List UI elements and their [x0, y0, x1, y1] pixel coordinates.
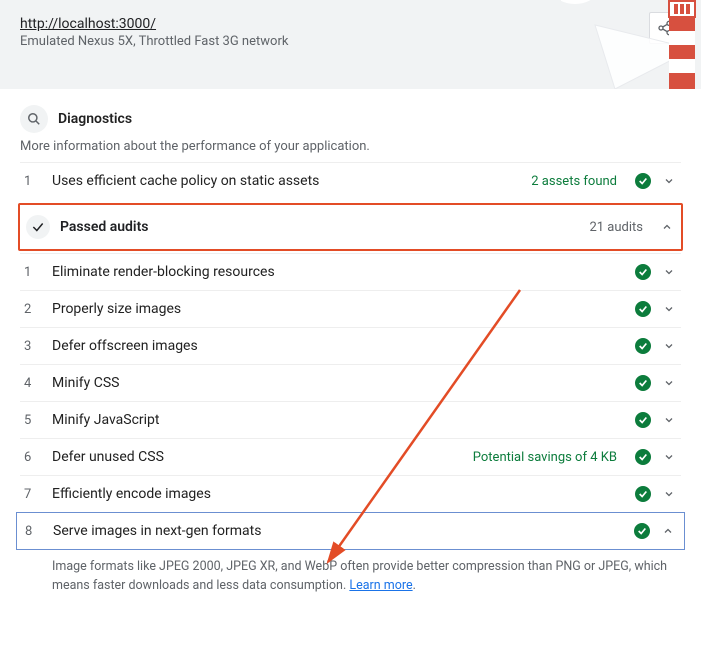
- chevron-down-icon: [661, 175, 677, 187]
- passed-audit-item[interactable]: 8 Serve images in next-gen formats: [16, 512, 685, 550]
- pass-icon: [635, 338, 651, 354]
- pass-icon: [635, 375, 651, 391]
- audit-number: 7: [24, 487, 42, 502]
- chevron-down-icon: [661, 340, 677, 352]
- audit-label: Defer unused CSS: [52, 449, 463, 465]
- audit-label: Efficiently encode images: [52, 486, 625, 502]
- pass-icon: [635, 486, 651, 502]
- passed-audit-item[interactable]: 7 Efficiently encode images: [20, 475, 681, 512]
- search-icon: [20, 105, 48, 133]
- learn-more-link[interactable]: Learn more: [349, 578, 412, 593]
- audit-number: 2: [24, 302, 42, 317]
- audit-label: Serve images in next-gen formats: [53, 523, 624, 539]
- diagnostics-title: Diagnostics: [58, 111, 132, 127]
- passed-audit-item[interactable]: 6 Defer unused CSS Potential savings of 4 …: [20, 438, 681, 475]
- pass-icon: [635, 412, 651, 428]
- audit-number: 4: [24, 376, 42, 391]
- passed-audits-title: Passed audits: [60, 219, 579, 235]
- chevron-down-icon: [661, 303, 677, 315]
- audit-number: 8: [25, 524, 43, 539]
- passed-audit-item[interactable]: 3 Defer offscreen images: [20, 327, 681, 364]
- chevron-up-icon: [660, 525, 676, 537]
- audit-meta: Potential savings of 4 KB: [473, 450, 617, 465]
- audit-label: Uses efficient cache policy on static as…: [52, 173, 521, 189]
- audit-number: 1: [24, 174, 42, 189]
- pass-icon: [634, 523, 650, 539]
- passed-audits-header[interactable]: Passed audits 21 audits: [18, 203, 683, 251]
- passed-audit-item[interactable]: 2 Properly size images: [20, 290, 681, 327]
- audit-number: 6: [24, 450, 42, 465]
- audit-number: 3: [24, 339, 42, 354]
- pass-icon: [635, 264, 651, 280]
- audit-label: Minify JavaScript: [52, 412, 625, 428]
- diagnostics-header: Diagnostics: [20, 105, 681, 133]
- chevron-down-icon: [661, 414, 677, 426]
- audit-meta: 2 assets found: [531, 174, 617, 189]
- diagnostics-description: More information about the performance o…: [20, 139, 681, 154]
- lighthouse-illustration: [561, 0, 701, 89]
- passed-audit-item[interactable]: 1 Eliminate render-blocking resources: [20, 253, 681, 290]
- report-header: http://localhost:3000/ Emulated Nexus 5X…: [0, 0, 701, 89]
- audit-label: Minify CSS: [52, 375, 625, 391]
- diagnostic-item[interactable]: 1 Uses efficient cache policy on static …: [20, 162, 681, 199]
- audit-detail-text: Image formats like JPEG 2000, JPEG XR, a…: [20, 550, 681, 604]
- audit-number: 1: [24, 265, 42, 280]
- audit-label: Eliminate render-blocking resources: [52, 264, 625, 280]
- chevron-up-icon: [659, 221, 675, 233]
- pass-icon: [635, 449, 651, 465]
- passed-audits-count: 21 audits: [589, 220, 643, 235]
- passed-audit-item[interactable]: 5 Minify JavaScript: [20, 401, 681, 438]
- chevron-down-icon: [661, 377, 677, 389]
- chevron-down-icon: [661, 451, 677, 463]
- audit-label: Defer offscreen images: [52, 338, 625, 354]
- audit-number: 5: [24, 413, 42, 428]
- pass-icon: [635, 301, 651, 317]
- check-icon: [26, 215, 50, 239]
- pass-icon: [635, 173, 651, 189]
- passed-audit-item[interactable]: 4 Minify CSS: [20, 364, 681, 401]
- chevron-down-icon: [661, 266, 677, 278]
- chevron-down-icon: [661, 488, 677, 500]
- audit-label: Properly size images: [52, 301, 625, 317]
